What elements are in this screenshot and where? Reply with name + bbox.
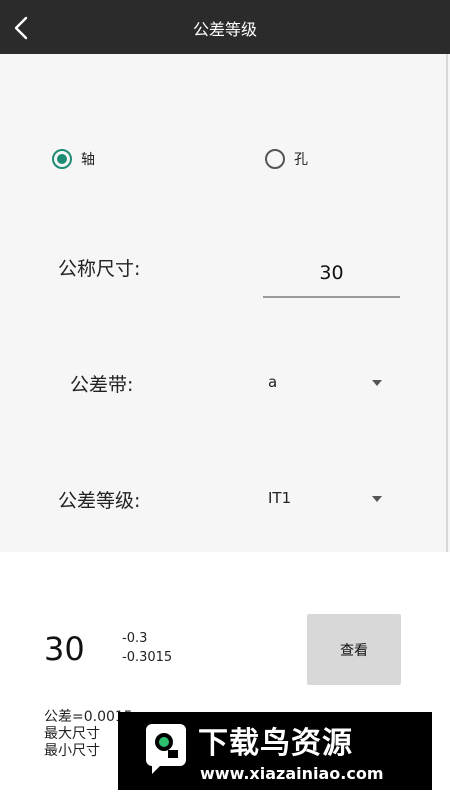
top-app-bar: 公差等级 (0, 0, 450, 54)
tolerance-grade-label: 公差等级: (58, 490, 141, 512)
nominal-size-input[interactable] (263, 250, 400, 298)
radio-shaft-label: 轴 (81, 152, 95, 168)
bird-logo-icon (146, 724, 186, 774)
tolerance-band-select[interactable]: a (258, 366, 388, 400)
watermark-banner: 下载鸟资源 www.xiazainiao.com (118, 712, 432, 790)
radio-checked-icon (52, 149, 72, 169)
radio-hole[interactable]: 孔 (265, 146, 308, 172)
radio-unchecked-icon (265, 149, 285, 169)
tolerance-grade-select[interactable]: IT1 (258, 482, 388, 516)
max-size-text: 最大尺寸 (44, 726, 100, 742)
dropdown-arrow-icon (372, 496, 382, 502)
dropdown-arrow-icon (372, 380, 382, 386)
min-size-text: 最小尺寸 (44, 743, 100, 759)
tolerance-band-value: a (268, 373, 278, 391)
view-button[interactable]: 查看 (307, 614, 401, 685)
watermark-title: 下载鸟资源 (198, 726, 353, 761)
input-panel (0, 54, 450, 552)
tolerance-grade-value: IT1 (268, 489, 292, 507)
tolerance-band-label: 公差带: (70, 374, 134, 396)
radio-shaft[interactable]: 轴 (52, 146, 95, 172)
radio-hole-label: 孔 (294, 152, 308, 168)
page-title: 公差等级 (192, 20, 257, 39)
nominal-size-label: 公称尺寸: (58, 258, 141, 280)
panel-scroll-edge (446, 54, 448, 552)
watermark-url: www.xiazainiao.com (200, 764, 384, 783)
lower-deviation: -0.3015 (122, 650, 173, 665)
result-nominal-size: 30 (44, 630, 85, 668)
upper-deviation: -0.3 (122, 631, 148, 646)
